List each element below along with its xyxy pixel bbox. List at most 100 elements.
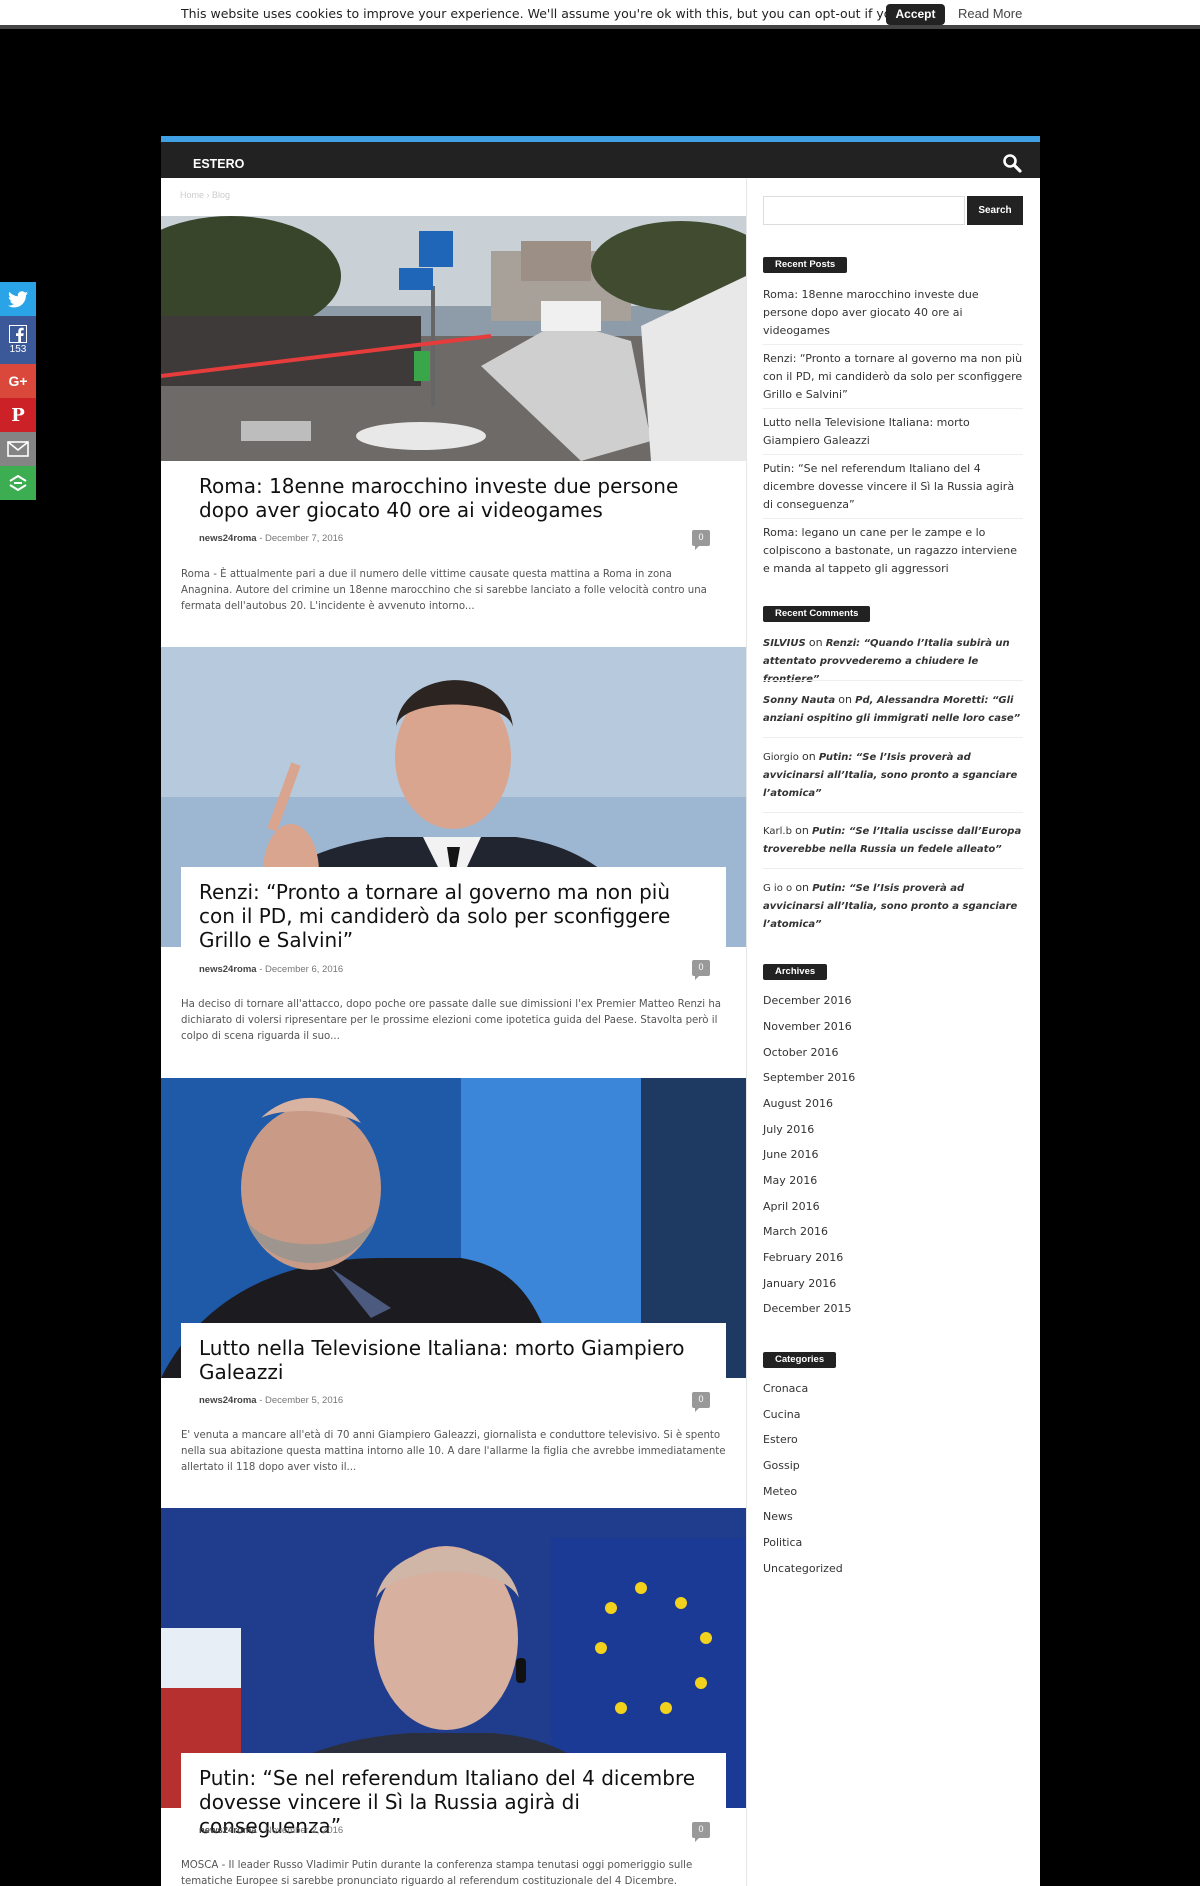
archive-link[interactable]: April 2016: [763, 1200, 820, 1213]
archive-link[interactable]: November 2016: [763, 1020, 852, 1033]
archive-link[interactable]: January 2016: [763, 1277, 836, 1290]
archive-link[interactable]: August 2016: [763, 1097, 833, 1110]
post-title-box: Renzi: “Pronto a tornare al governo ma n…: [181, 867, 726, 952]
twitter-share-button[interactable]: [0, 282, 36, 316]
pinterest-share-button[interactable]: P: [0, 398, 36, 432]
divider: [763, 454, 1023, 455]
sidebar-search-button[interactable]: Search: [967, 196, 1023, 225]
category-link[interactable]: Meteo: [763, 1485, 797, 1498]
recent-comment: Sonny Nauta on Pd, Alessandra Moretti: “…: [763, 691, 1023, 728]
nav-item-estero[interactable]: ESTERO: [193, 157, 244, 171]
archive-link[interactable]: March 2016: [763, 1225, 828, 1238]
comment-on-word: on: [795, 881, 810, 894]
comment-on-word: on: [802, 750, 816, 763]
recent-comment: Karl.b on Putin: “Se l’Italia uscisse da…: [763, 822, 1023, 859]
comment-on-word: on: [808, 636, 823, 649]
post-title-box: Lutto nella Televisione Italiana: morto …: [181, 1323, 726, 1384]
twitter-icon: [8, 290, 28, 307]
post-title[interactable]: Lutto nella Televisione Italiana: morto …: [199, 1336, 708, 1384]
comment-count-badge[interactable]: 0: [692, 530, 710, 550]
pinterest-icon: P: [11, 404, 25, 426]
post-author[interactable]: news24roma: [199, 1395, 257, 1406]
archive-link[interactable]: February 2016: [763, 1251, 843, 1264]
comment-author: G io o: [763, 883, 793, 894]
search-icon[interactable]: [1002, 153, 1022, 173]
post-meta: news24roma - December 6, 2016: [199, 964, 343, 975]
facebook-icon: [9, 325, 27, 343]
comment-author: SILVIUS: [763, 638, 806, 649]
recent-post-link[interactable]: Renzi: “Pronto a tornare al governo ma n…: [763, 350, 1023, 404]
divider: [763, 408, 1023, 409]
social-share-bar: 153 G+ P: [0, 282, 36, 500]
facebook-share-button[interactable]: 153: [0, 316, 36, 364]
archive-link[interactable]: December 2015: [763, 1302, 852, 1315]
divider: [763, 868, 1023, 869]
archive-link[interactable]: December 2016: [763, 994, 852, 1007]
comment-author: Giorgio: [763, 752, 799, 763]
main-navigation: ESTERO: [161, 136, 1040, 178]
meta-separator: -: [259, 533, 263, 544]
cookie-read-more-link[interactable]: Read More: [958, 6, 1022, 21]
post-author[interactable]: news24roma: [199, 1825, 257, 1836]
google-plus-share-button[interactable]: G+: [0, 364, 36, 398]
comment-count-badge[interactable]: 0: [692, 1822, 710, 1842]
categories-title: Categories: [763, 1352, 837, 1368]
cookie-message: This website uses cookies to improve you…: [181, 6, 936, 21]
post-author[interactable]: news24roma: [199, 964, 257, 975]
category-link[interactable]: Gossip: [763, 1459, 800, 1472]
breadcrumb-home[interactable]: Home: [180, 190, 204, 200]
category-link[interactable]: Politica: [763, 1536, 802, 1549]
post-title[interactable]: Renzi: “Pronto a tornare al governo ma n…: [199, 880, 708, 952]
post-image[interactable]: [161, 216, 746, 461]
cookie-bar: This website uses cookies to improve you…: [0, 0, 1200, 29]
archive-link[interactable]: September 2016: [763, 1071, 855, 1084]
post-title-box: Roma: 18enne marocchino investe due pers…: [181, 461, 726, 522]
recent-post-link[interactable]: Putin: “Se nel referendum Italiano del 4…: [763, 460, 1023, 514]
sidebar-search-input[interactable]: [763, 196, 965, 225]
divider: [763, 680, 1023, 681]
post-title[interactable]: Roma: 18enne marocchino investe due pers…: [199, 474, 708, 522]
recent-comment: G io o on Putin: “Se l’Isis proverà ad a…: [763, 879, 1023, 934]
post-excerpt: MOSCA - Il leader Russo Vladimir Putin d…: [181, 1860, 693, 1886]
category-link[interactable]: Estero: [763, 1433, 798, 1446]
divider: [763, 737, 1023, 738]
comment-author: Sonny Nauta: [763, 695, 836, 706]
column-divider: [746, 178, 747, 1886]
category-link[interactable]: News: [763, 1510, 793, 1523]
more-share-button[interactable]: [0, 466, 36, 500]
post-date: December 6, 2016: [265, 964, 344, 975]
email-share-button[interactable]: [0, 432, 36, 466]
archive-link[interactable]: October 2016: [763, 1046, 839, 1059]
accident-scene-image: [161, 216, 746, 461]
page-container: ESTERO Home › Blog Roma: 18enne marocchi…: [161, 136, 1040, 1886]
breadcrumb: Home › Blog: [180, 190, 230, 200]
post-meta: news24roma - November 2, 2016: [199, 1825, 343, 1836]
cookie-accept-button[interactable]: Accept: [886, 4, 945, 25]
archive-link[interactable]: June 2016: [763, 1148, 818, 1161]
recent-post-link[interactable]: Roma: 18enne marocchino investe due pers…: [763, 286, 1023, 340]
post-excerpt: Ha deciso di tornare all'attacco, dopo p…: [181, 999, 722, 1042]
recent-post-link[interactable]: Lutto nella Televisione Italiana: morto …: [763, 414, 1023, 450]
comment-count-badge[interactable]: 0: [692, 960, 710, 980]
comment-on-word: on: [795, 824, 809, 837]
category-link[interactable]: Cronaca: [763, 1382, 808, 1395]
post-date: December 7, 2016: [265, 533, 344, 544]
recent-post-link[interactable]: Roma: legano un cane per le zampe e lo c…: [763, 524, 1023, 578]
post-date: November 2, 2016: [265, 1825, 344, 1836]
meta-separator: -: [259, 964, 263, 975]
category-link[interactable]: Uncategorized: [763, 1562, 843, 1575]
post-author[interactable]: news24roma: [199, 533, 257, 544]
archive-link[interactable]: May 2016: [763, 1174, 817, 1187]
comment-count-badge[interactable]: 0: [692, 1392, 710, 1412]
facebook-share-count: 153: [9, 344, 27, 355]
category-link[interactable]: Cucina: [763, 1408, 800, 1421]
divider: [763, 812, 1023, 813]
archive-link[interactable]: July 2016: [763, 1123, 814, 1136]
post-excerpt: E' venuta a mancare all'età di 70 anni G…: [181, 1430, 726, 1473]
envelope-icon: [7, 441, 29, 457]
google-plus-icon: G+: [8, 373, 28, 389]
breadcrumb-current: Blog: [212, 190, 231, 200]
meta-separator: -: [259, 1395, 263, 1406]
divider: [763, 518, 1023, 519]
share-more-icon: [9, 475, 27, 491]
